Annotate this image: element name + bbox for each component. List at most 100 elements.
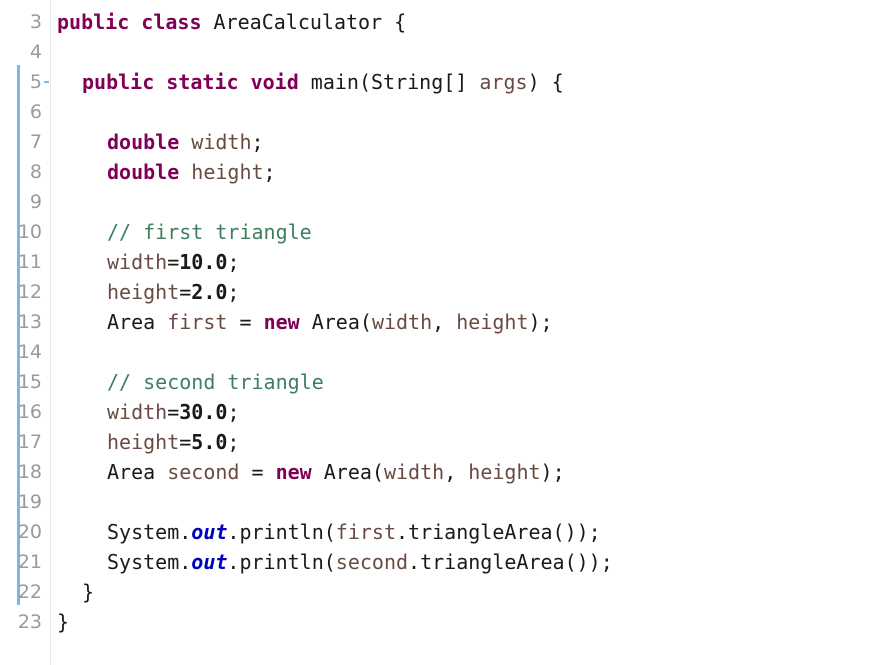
code-line[interactable]: 18 Area second = new Area(width, height); — [0, 457, 875, 487]
code-line[interactable]: 15 // second triangle — [0, 367, 875, 397]
code-line[interactable]: 13 Area first = new Area(width, height); — [0, 307, 875, 337]
line-number: 18 — [17, 461, 42, 483]
line-number: 7 — [29, 131, 42, 153]
code-token-plain: , — [444, 460, 469, 484]
code-token-local: second — [335, 550, 409, 574]
code-line-text[interactable]: double height; — [107, 157, 276, 187]
code-token-plain: Area — [107, 310, 168, 334]
code-token-plain: = — [227, 310, 264, 334]
code-line[interactable]: 4 — [0, 37, 875, 67]
code-token-kw: new — [275, 460, 312, 484]
code-token-local: height — [107, 280, 180, 304]
code-line[interactable]: 5 public static void main(String[] args) … — [0, 67, 875, 97]
code-line-text[interactable]: // second triangle — [107, 367, 324, 397]
code-line[interactable]: 20 System.out.println(first.triangleArea(… — [0, 517, 875, 547]
code-line-text[interactable]: System.out.println(first.triangleArea())… — [107, 517, 601, 547]
code-line[interactable]: 10 // first triangle — [0, 217, 875, 247]
code-token-comment: // first triangle — [107, 220, 312, 244]
code-line[interactable]: 21 System.out.println(second.triangleArea… — [0, 547, 875, 577]
code-token-plain: = — [239, 460, 276, 484]
code-token-kw: double — [107, 160, 180, 184]
code-line-text[interactable]: double width; — [107, 127, 264, 157]
code-line-text[interactable]: System.out.println(second.triangleArea()… — [107, 547, 613, 577]
code-token-local: height — [456, 310, 529, 334]
code-token-plain: ) { — [527, 70, 564, 94]
code-token-plain: ); — [528, 310, 553, 334]
code-token-plain: System. — [107, 520, 192, 544]
code-token-plain: ; — [227, 280, 240, 304]
code-line-text[interactable]: public static void main(String[] args) { — [82, 67, 564, 97]
code-line[interactable]: 22} — [0, 577, 875, 607]
line-number: 20 — [17, 521, 42, 543]
line-number: 4 — [29, 41, 42, 63]
code-lines-container[interactable]: 3 public class AreaCalculator { 4 5 public s… — [0, 7, 875, 637]
line-number: 23 — [17, 611, 42, 633]
code-line[interactable]: 11 width=10.0; — [0, 247, 875, 277]
code-line[interactable]: 19 — [0, 487, 875, 517]
code-line[interactable]: 12 height=2.0; — [0, 277, 875, 307]
code-line[interactable]: 8 double height; — [0, 157, 875, 187]
code-token-plain: = — [167, 250, 180, 274]
code-line[interactable]: 9 — [0, 187, 875, 217]
code-line-text[interactable]: Area second = new Area(width, height); — [107, 457, 565, 487]
line-number: 10 — [17, 221, 42, 243]
code-token-plain: ); — [540, 460, 565, 484]
code-line[interactable]: 17 height=5.0; — [0, 427, 875, 457]
line-number: 13 — [17, 311, 42, 333]
line-number: 19 — [17, 491, 42, 513]
collapse-fold-icon[interactable] — [44, 81, 49, 83]
line-number: 8 — [29, 161, 42, 183]
code-line[interactable]: 6 — [0, 97, 875, 127]
code-token-plain: ; — [227, 250, 240, 274]
code-token-local: first — [335, 520, 397, 544]
code-token-plain: .triangleArea()); — [396, 520, 601, 544]
code-line-text[interactable]: width=30.0; — [107, 397, 239, 427]
code-line-text[interactable]: width=10.0; — [107, 247, 239, 277]
code-token-plain: ; — [263, 160, 276, 184]
code-token-kw: public — [82, 70, 155, 94]
code-token-plain: .println( — [227, 520, 336, 544]
code-token-local: width — [371, 310, 433, 334]
code-token-plain: = — [179, 280, 192, 304]
code-line-text[interactable]: height=2.0; — [107, 277, 239, 307]
code-line-text[interactable]: Area first = new Area(width, height); — [107, 307, 553, 337]
code-token-plain: } — [82, 580, 95, 604]
code-token-kw: double — [107, 130, 180, 154]
code-token-plain: ; — [227, 430, 240, 454]
line-number: 9 — [29, 191, 42, 213]
code-line[interactable]: 3 public class AreaCalculator { — [0, 7, 875, 37]
code-editor[interactable]: 3 public class AreaCalculator { 4 5 public s… — [0, 0, 875, 665]
code-token-static: out — [191, 550, 228, 574]
code-line-text[interactable]: public class AreaCalculator { — [57, 7, 406, 37]
code-token-plain: Area( — [311, 460, 384, 484]
code-token-num: 2.0 — [191, 280, 228, 304]
code-token-local: width — [107, 250, 168, 274]
line-number: 12 — [17, 281, 42, 303]
code-token-plain: System. — [107, 550, 192, 574]
line-number: 17 — [17, 431, 42, 453]
code-token-num: 5.0 — [191, 430, 228, 454]
line-number: 5 — [29, 71, 42, 93]
code-token-kw: void — [250, 70, 299, 94]
code-token-plain: Area — [107, 460, 168, 484]
line-number: 14 — [17, 341, 42, 363]
code-token-plain: ; — [251, 130, 264, 154]
code-token-num: 30.0 — [179, 400, 228, 424]
line-number: 16 — [17, 401, 42, 423]
code-line-text[interactable]: // first triangle — [107, 217, 312, 247]
code-line-text[interactable]: height=5.0; — [107, 427, 239, 457]
line-number: 11 — [17, 251, 42, 273]
code-line-text[interactable]: } — [82, 577, 94, 607]
code-token-kw: public — [57, 10, 130, 34]
code-token-local: height — [468, 460, 541, 484]
code-token-local: args — [479, 70, 528, 94]
code-line[interactable]: 7 double width; — [0, 127, 875, 157]
line-number: 21 — [17, 551, 42, 573]
code-line[interactable]: 23} — [0, 607, 875, 637]
code-line[interactable]: 16 width=30.0; — [0, 397, 875, 427]
code-token-plain: .println( — [227, 550, 336, 574]
code-line-text[interactable]: } — [57, 607, 69, 637]
code-line[interactable]: 14 — [0, 337, 875, 367]
code-token-num: 10.0 — [179, 250, 228, 274]
